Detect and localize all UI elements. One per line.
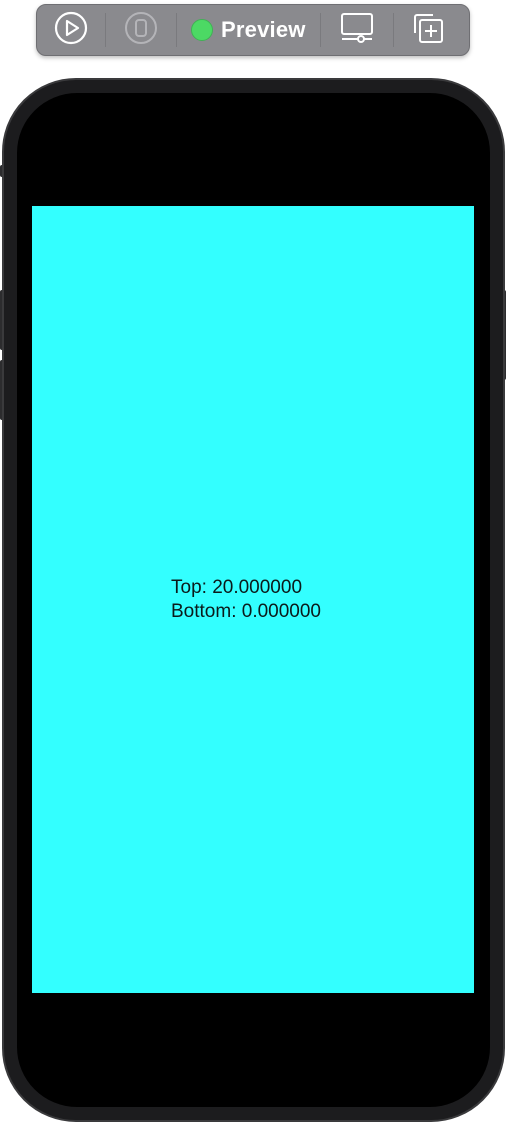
preview-status[interactable]: Preview xyxy=(177,17,320,43)
duplicate-preview-button[interactable] xyxy=(411,11,445,50)
status-dot xyxy=(191,19,213,41)
preview-label: Preview xyxy=(221,17,306,42)
top-inset-text: Top: 20.000000 xyxy=(171,577,303,598)
device-settings-button[interactable] xyxy=(340,11,374,50)
duplicate-preview-icon xyxy=(411,11,445,50)
canvas: Preview Top: 20.000000 Bottom: 0.000000 xyxy=(0,0,506,1124)
live-preview-button[interactable] xyxy=(54,11,88,50)
device-preview-button[interactable] xyxy=(124,11,158,50)
device-icon xyxy=(124,11,158,50)
safe-area-insets-label: Top: 20.000000 Bottom: 0.000000 xyxy=(171,576,321,624)
preview-toolbar: Preview xyxy=(36,4,470,56)
device-settings-icon xyxy=(340,11,374,50)
play-circle-icon xyxy=(54,11,88,50)
content-view: Top: 20.000000 Bottom: 0.000000 xyxy=(32,206,474,993)
bottom-inset-text: Bottom: 0.000000 xyxy=(171,601,321,622)
